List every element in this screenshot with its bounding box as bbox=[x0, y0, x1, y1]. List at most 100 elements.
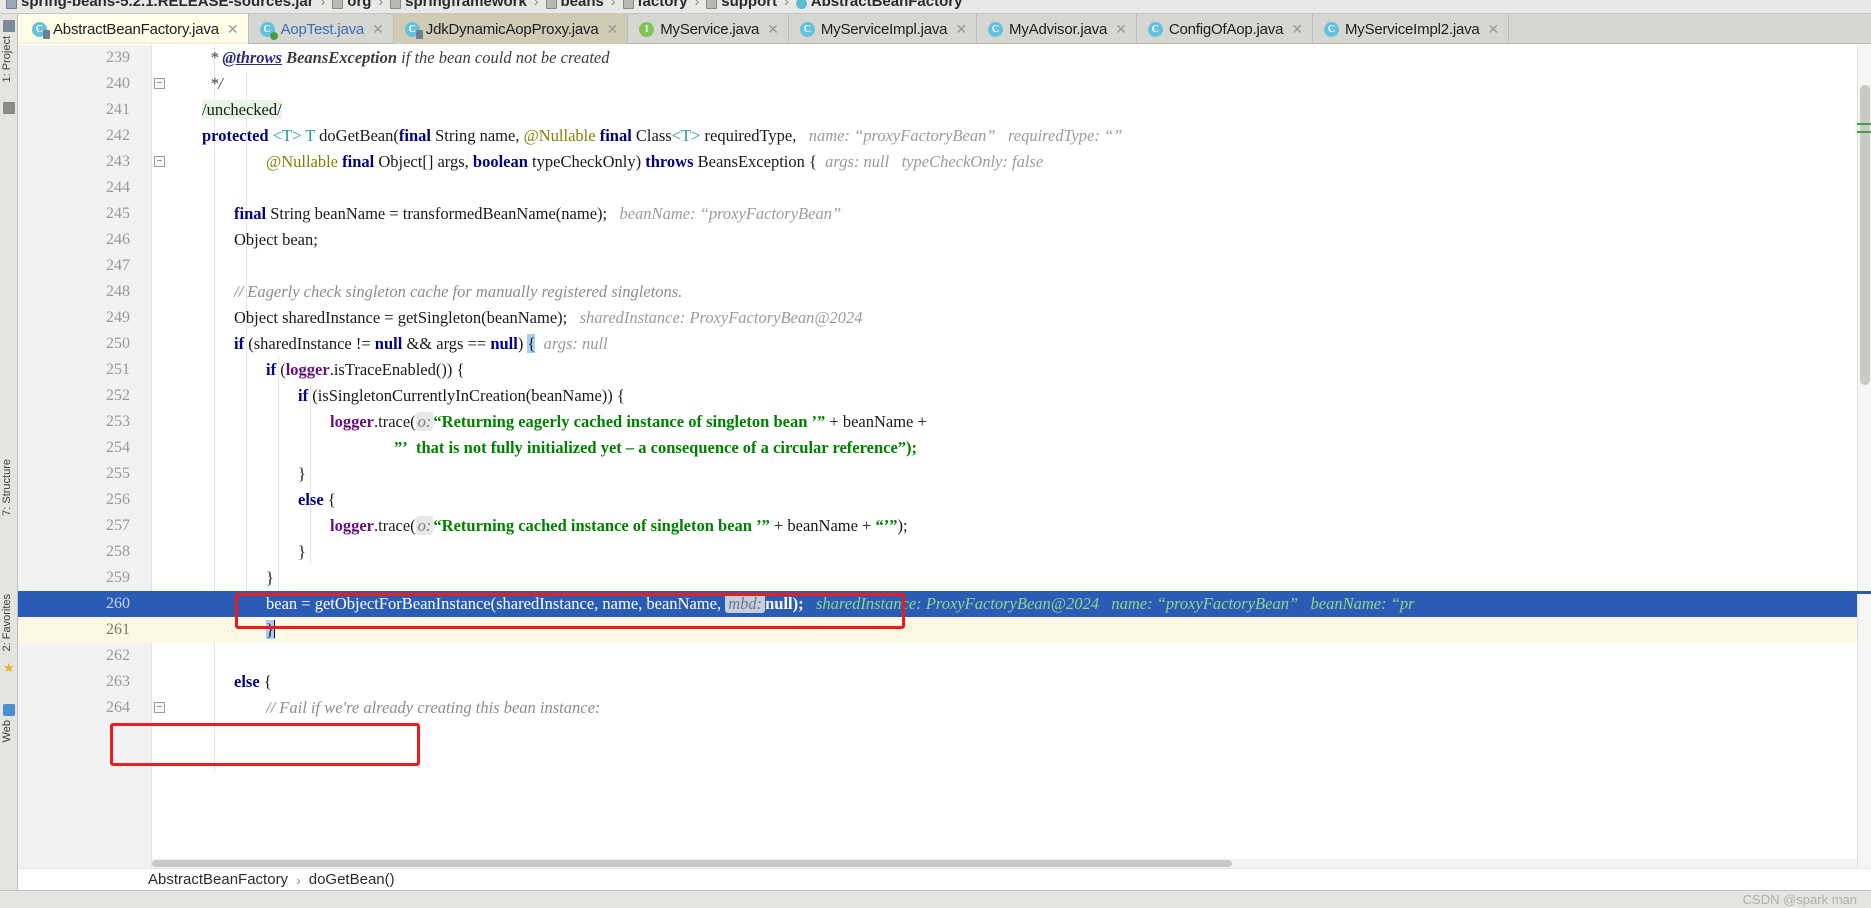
code-line[interactable]: 241 /unchecked/ bbox=[18, 97, 1857, 123]
line-number: 240 bbox=[106, 75, 130, 92]
code-line[interactable]: 242 protected <T> T doGetBean(final Stri… bbox=[18, 123, 1857, 149]
vertical-scrollbar-thumb[interactable] bbox=[1860, 85, 1870, 385]
breadcrumb-item-org[interactable]: org bbox=[332, 0, 371, 13]
code-line-current[interactable]: 261 } bbox=[18, 617, 1857, 643]
close-icon[interactable]: ✕ bbox=[1488, 21, 1500, 38]
tab-abstractbeanfactory[interactable]: C AbstractBeanFactory.java ✕ bbox=[18, 14, 249, 44]
sidebar-item-project[interactable]: 1: Project bbox=[1, 36, 13, 82]
close-icon[interactable]: ✕ bbox=[607, 21, 619, 38]
structure-icon[interactable] bbox=[3, 102, 15, 114]
code-line[interactable]: 246 Object bean; bbox=[18, 227, 1857, 253]
code-line[interactable]: 264 // Fail if we're already creating th… bbox=[18, 695, 1857, 721]
code-line[interactable]: 255 } bbox=[18, 461, 1857, 487]
code-line[interactable]: 252 if (isSingletonCurrentlyInCreation(b… bbox=[18, 383, 1857, 409]
breadcrumb-separator: › bbox=[320, 0, 326, 9]
line-number: 248 bbox=[106, 283, 130, 300]
code-line[interactable]: 243 @Nullable final Object[] args, boole… bbox=[18, 149, 1857, 175]
scroll-marker[interactable] bbox=[1857, 123, 1871, 125]
code-line[interactable]: 247 bbox=[18, 253, 1857, 279]
web-icon[interactable] bbox=[3, 704, 15, 716]
code-line[interactable]: 263 else { bbox=[18, 669, 1857, 695]
tab-jdkdynamicaopproxy[interactable]: C JdkDynamicAopProxy.java ✕ bbox=[393, 14, 629, 44]
code-line[interactable]: 253 logger.trace(o: “Returning eagerly ca… bbox=[18, 409, 1857, 435]
tab-label: ConfigOfAop.java bbox=[1168, 20, 1284, 38]
breadcrumb-item-factory[interactable]: factory bbox=[622, 0, 688, 13]
matching-brace-highlight: } bbox=[266, 620, 274, 639]
project-icon[interactable] bbox=[3, 20, 15, 32]
top-breadcrumb[interactable]: spring-beans-5.2.1.RELEASE-sources.jar ›… bbox=[0, 0, 1871, 14]
inline-hint-value: null bbox=[582, 334, 608, 353]
line-number: 244 bbox=[106, 179, 130, 196]
tab-myserviceimpl[interactable]: C MyServiceImpl.java ✕ bbox=[789, 14, 978, 44]
code-line[interactable]: 251 if (logger.isTraceEnabled()) { bbox=[18, 357, 1857, 383]
folder-icon bbox=[332, 0, 344, 9]
star-icon: ★ bbox=[3, 660, 15, 675]
line-number: 257 bbox=[106, 517, 130, 534]
breadcrumb-item-springframework[interactable]: springframework bbox=[390, 0, 527, 13]
code-content[interactable]: 239 * @throws BeansException if the bean… bbox=[18, 45, 1857, 868]
code-line[interactable]: 248 // Eagerly check singleton cache for… bbox=[18, 279, 1857, 305]
line-source: if (logger.isTraceEnabled()) { bbox=[266, 360, 465, 379]
code-line[interactable]: 240 */ bbox=[18, 71, 1857, 97]
breadcrumb-separator: › bbox=[610, 0, 616, 9]
close-icon[interactable]: ✕ bbox=[767, 21, 779, 38]
class-icon bbox=[795, 0, 807, 9]
code-line[interactable]: 239 * @throws BeansException if the bean… bbox=[18, 45, 1857, 71]
tab-configofaop[interactable]: C ConfigOfAop.java ✕ bbox=[1137, 14, 1313, 44]
breadcrumb-item-support[interactable]: support bbox=[706, 0, 777, 13]
code-line[interactable]: 250 if (sharedInstance != null && args =… bbox=[18, 331, 1857, 357]
scroll-marker[interactable] bbox=[1857, 131, 1871, 133]
inline-hint-value: “proxyFactoryBean” bbox=[699, 204, 842, 223]
breadcrumb-item-method[interactable]: doGetBean() bbox=[309, 871, 395, 888]
breadcrumb-item-beans[interactable]: beans bbox=[545, 0, 604, 13]
code-line[interactable]: 257 logger.trace(o: “Returning cached ins… bbox=[18, 513, 1857, 539]
code-line[interactable]: 262 bbox=[18, 643, 1857, 669]
text-caret bbox=[273, 620, 275, 638]
inline-hint-value: ProxyFactoryBean@2024 bbox=[689, 308, 863, 327]
code-line-selected[interactable]: 260 bean = getObjectForBeanInstance(shar… bbox=[18, 591, 1857, 617]
scroll-marker-selection[interactable] bbox=[1857, 591, 1871, 594]
close-icon[interactable]: ✕ bbox=[1115, 21, 1127, 38]
tab-myservice[interactable]: I MyService.java ✕ bbox=[628, 14, 789, 44]
code-line[interactable]: 259 } bbox=[18, 565, 1857, 591]
tab-myadvisor[interactable]: C MyAdvisor.java ✕ bbox=[977, 14, 1137, 44]
selected-statement: bean = getObjectForBeanInstance(sharedIn… bbox=[266, 594, 722, 613]
breadcrumb-separator: › bbox=[378, 0, 384, 9]
horizontal-scrollbar-thumb[interactable] bbox=[152, 860, 1232, 867]
close-icon[interactable]: ✕ bbox=[955, 21, 967, 38]
horizontal-scrollbar[interactable] bbox=[152, 859, 1857, 868]
line-source: Object sharedInstance = getSingleton(bea… bbox=[234, 308, 863, 327]
code-line[interactable]: 249 Object sharedInstance = getSingleton… bbox=[18, 305, 1857, 331]
tab-aoptest[interactable]: C AopTest.java ✕ bbox=[249, 14, 394, 44]
vertical-scrollbar[interactable] bbox=[1857, 45, 1871, 868]
code-line[interactable]: 244 bbox=[18, 175, 1857, 201]
close-icon[interactable]: ✕ bbox=[1291, 21, 1303, 38]
sidebar-item-favorites[interactable]: 2: Favorites bbox=[1, 594, 13, 651]
code-line[interactable]: 256 else { bbox=[18, 487, 1857, 513]
breadcrumb-item-class[interactable]: AbstractBeanFactory bbox=[795, 0, 962, 13]
line-source: protected <T> T doGetBean(final String n… bbox=[202, 126, 1123, 145]
close-icon[interactable]: ✕ bbox=[372, 21, 384, 38]
class-abstract-icon: C bbox=[32, 21, 50, 39]
code-line[interactable]: 258 } bbox=[18, 539, 1857, 565]
sidebar-item-web[interactable]: Web bbox=[1, 720, 13, 742]
line-source: logger.trace(o: “Returning eagerly cached… bbox=[330, 412, 927, 431]
inline-hint: beanName: bbox=[1310, 594, 1387, 613]
line-source: else { bbox=[298, 490, 336, 509]
breadcrumb-label: beans bbox=[560, 0, 604, 10]
inline-hint-value: “pr bbox=[1390, 594, 1415, 613]
interface-icon: I bbox=[639, 21, 655, 37]
code-line[interactable]: 245 final String beanName = transformedB… bbox=[18, 201, 1857, 227]
tab-label: AopTest.java bbox=[280, 20, 365, 38]
tab-myserviceimpl2[interactable]: C MyServiceImpl2.java ✕ bbox=[1313, 14, 1510, 44]
inline-hint: mbd: bbox=[725, 594, 766, 613]
code-line[interactable]: 254 ”’ that is not fully initialized yet… bbox=[18, 435, 1857, 461]
tab-label: JdkDynamicAopProxy.java bbox=[425, 20, 599, 38]
code-editor[interactable]: − − − 239 * @throws BeansException if th… bbox=[18, 45, 1857, 868]
line-number: 253 bbox=[106, 413, 130, 430]
sidebar-item-structure[interactable]: 7: Structure bbox=[1, 459, 13, 516]
breadcrumb-item-jar[interactable]: spring-beans-5.2.1.RELEASE-sources.jar bbox=[6, 0, 314, 13]
breadcrumb-item-class[interactable]: AbstractBeanFactory bbox=[148, 871, 288, 888]
inline-hint: sharedInstance: bbox=[579, 308, 686, 327]
close-icon[interactable]: ✕ bbox=[227, 21, 239, 38]
